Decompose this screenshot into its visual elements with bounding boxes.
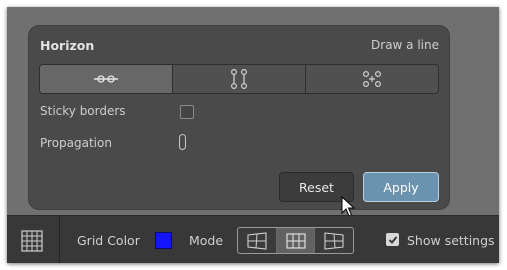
checkmark-icon bbox=[388, 235, 397, 244]
propagation-label: Propagation bbox=[40, 136, 112, 150]
show-settings-label: Show settings bbox=[407, 233, 495, 248]
mode-center-button[interactable] bbox=[276, 228, 316, 253]
horizon-panel: Horizon Draw a line Sticky borders Propa… bbox=[29, 26, 449, 209]
sticky-borders-checkbox[interactable] bbox=[180, 105, 194, 119]
bottom-toolbar: Grid Color Mode Show settings bbox=[7, 215, 499, 263]
sticky-borders-label: Sticky borders bbox=[40, 104, 126, 118]
app-window: Horizon Draw a line Sticky borders Propa… bbox=[7, 7, 499, 263]
points-tool-button[interactable] bbox=[306, 65, 438, 93]
show-settings-checkbox[interactable] bbox=[386, 233, 399, 246]
perspective-grid-center-icon bbox=[285, 232, 306, 249]
apply-button[interactable]: Apply bbox=[363, 172, 439, 202]
panel-title: Horizon bbox=[40, 38, 95, 53]
points-icon bbox=[362, 70, 382, 88]
grid-icon[interactable] bbox=[21, 230, 43, 252]
grid-mode-selector bbox=[237, 227, 354, 254]
perspective-grid-left-icon bbox=[247, 231, 267, 250]
vertical-lines-icon bbox=[230, 68, 248, 90]
mode-right-button[interactable] bbox=[315, 228, 353, 253]
horizon-line-tool-button[interactable] bbox=[40, 65, 173, 93]
grid-color-label: Grid Color bbox=[77, 233, 140, 248]
horizon-tool-segmented-control bbox=[39, 64, 439, 94]
horizon-line-icon bbox=[94, 75, 118, 83]
mode-left-button[interactable] bbox=[238, 228, 277, 253]
panel-hint: Draw a line bbox=[371, 38, 439, 52]
grid-color-swatch[interactable] bbox=[155, 232, 172, 249]
perspective-grid-right-icon bbox=[324, 231, 344, 250]
mode-label: Mode bbox=[189, 233, 224, 248]
toolbar-divider bbox=[59, 216, 60, 263]
propagation-slider-handle[interactable] bbox=[179, 134, 186, 150]
vertical-lines-tool-button[interactable] bbox=[173, 65, 306, 93]
